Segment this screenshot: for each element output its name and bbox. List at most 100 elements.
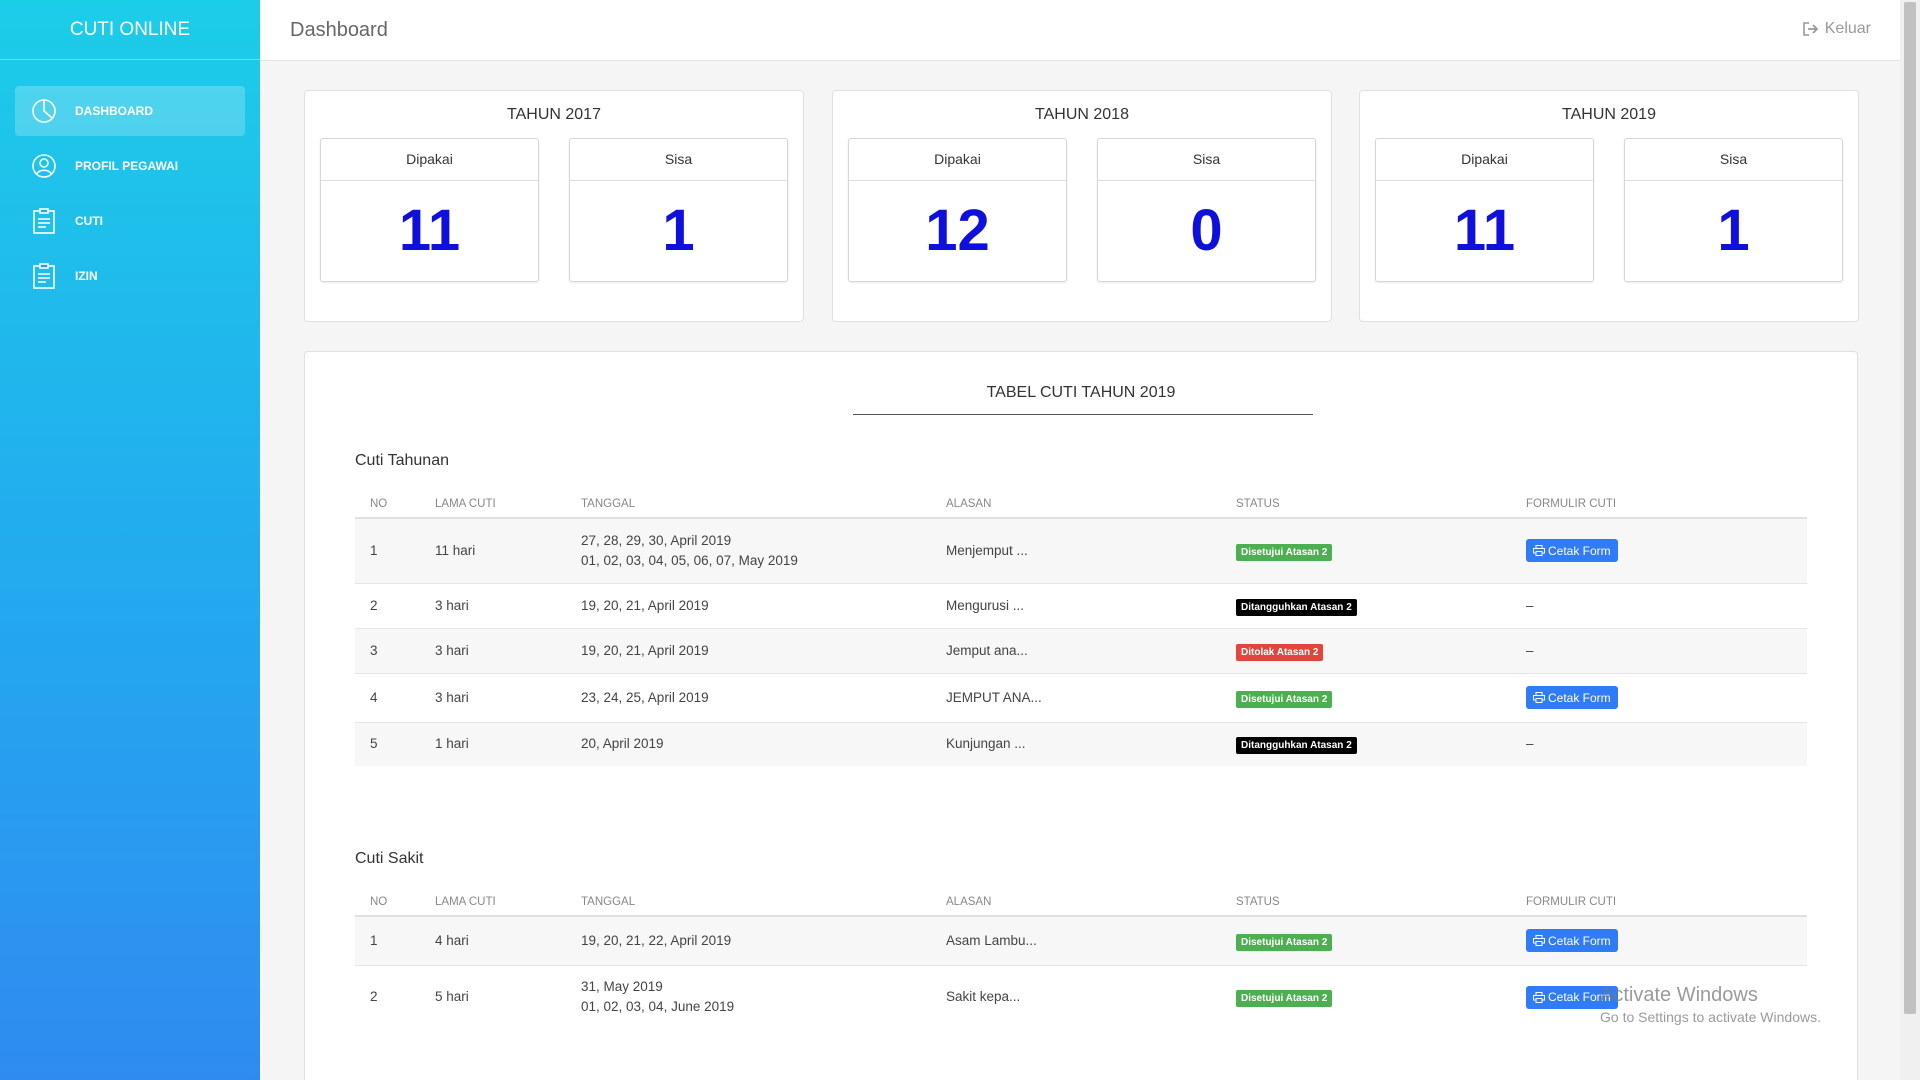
stat-box-remaining: Sisa 0 xyxy=(1097,138,1316,282)
top-navbar: Dashboard Keluar xyxy=(260,0,1900,61)
cell-lama: 4 hari xyxy=(420,915,566,965)
sidebar-item-profil-pegawai[interactable]: PROFIL PEGAWAI xyxy=(15,141,245,191)
cell-lama: 3 hari xyxy=(420,627,566,673)
cell-form: Cetak Form xyxy=(1511,915,1807,965)
activate-windows-watermark: Activate Windows Go to Settings to activ… xyxy=(1600,984,1821,1025)
cell-lama: 11 hari xyxy=(420,517,566,583)
stat-label: Dipakai xyxy=(321,139,538,181)
cell-form: – xyxy=(1511,582,1807,628)
status-badge: Ditolak Atasan 2 xyxy=(1236,643,1324,661)
table-row: 1 4 hari 19, 20, 21, 22, April 2019 Asam… xyxy=(355,915,1807,965)
cell-no: 1 xyxy=(355,517,420,583)
cell-lama: 5 hari xyxy=(420,964,566,1029)
cetak-form-button[interactable]: Cetak Form xyxy=(1526,686,1618,709)
stat-box-used: Dipakai 11 xyxy=(1375,138,1594,282)
cell-alasan: Asam Lambu... xyxy=(931,915,1221,965)
status-badge: Disetujui Atasan 2 xyxy=(1236,690,1333,708)
dashboard-icon xyxy=(31,98,57,124)
cetak-form-button[interactable]: Cetak Form xyxy=(1526,929,1618,953)
print-icon xyxy=(1533,935,1545,947)
stat-value: 0 xyxy=(1190,198,1223,263)
table-card-title: TABEL CUTI TAHUN 2019 xyxy=(986,384,1176,401)
cell-form: – xyxy=(1511,627,1807,673)
year-title: TAHUN 2019 xyxy=(1562,106,1656,123)
user-icon xyxy=(31,153,57,179)
section-title-cuti-tahunan: Cuti Tahunan xyxy=(355,452,449,469)
stat-label: Dipakai xyxy=(1376,139,1593,181)
logout-label: Keluar xyxy=(1824,20,1871,37)
cell-status: Disetujui Atasan 2 xyxy=(1221,964,1511,1029)
column-header: ALASAN xyxy=(931,490,1221,519)
column-header: TANGGAL xyxy=(566,888,931,917)
page-title: Dashboard xyxy=(290,19,388,41)
stat-box-used: Dipakai 12 xyxy=(848,138,1067,282)
clipboard-icon xyxy=(31,208,57,234)
cell-status: Disetujui Atasan 2 xyxy=(1221,672,1511,722)
year-card-2017: TAHUN 2017 Dipakai 11 Sisa 1 xyxy=(304,90,804,322)
cell-tanggal: 23, 24, 25, April 2019 xyxy=(566,672,931,722)
sidebar-item-cuti[interactable]: CUTI xyxy=(15,196,245,246)
stat-box-used: Dipakai 11 xyxy=(320,138,539,282)
sidebar-item-izin[interactable]: IZIN xyxy=(15,251,245,301)
cell-form: Cetak Form xyxy=(1511,517,1807,583)
main-content: TAHUN 2017 Dipakai 11 Sisa 1 TAHUN 2018 … xyxy=(260,61,1900,1080)
cell-form: Cetak Form xyxy=(1511,672,1807,722)
cell-lama: 3 hari xyxy=(420,672,566,722)
column-header: NO xyxy=(355,490,420,519)
year-title: TAHUN 2017 xyxy=(507,106,601,123)
cell-tanggal: 19, 20, 21, April 2019 xyxy=(566,627,931,673)
sidebar-item-dashboard[interactable]: DASHBOARD xyxy=(15,86,245,136)
cell-alasan: Jemput ana... xyxy=(931,627,1221,673)
column-header: TANGGAL xyxy=(566,490,931,519)
column-header: LAMA CUTI xyxy=(420,490,566,519)
button-label: Cetak Form xyxy=(1548,933,1611,948)
table-row: 3 3 hari 19, 20, 21, April 2019 Jemput a… xyxy=(355,627,1807,673)
sidebar: CUTI ONLINE DASHBOARD PROFIL PEGAWAI CUT… xyxy=(0,0,260,1080)
section-title-cuti-sakit: Cuti Sakit xyxy=(355,850,424,867)
button-label: Cetak Form xyxy=(1548,690,1611,705)
brand-title[interactable]: CUTI ONLINE xyxy=(0,0,260,60)
table-header-row: NO LAMA CUTI TANGGAL ALASAN STATUS FORMU… xyxy=(355,888,1807,917)
sidebar-nav: DASHBOARD PROFIL PEGAWAI CUTI IZIN xyxy=(0,60,260,301)
table-header-row: NO LAMA CUTI TANGGAL ALASAN STATUS FORMU… xyxy=(355,490,1807,519)
cetak-form-button[interactable]: Cetak Form xyxy=(1526,539,1618,563)
status-badge: Disetujui Atasan 2 xyxy=(1236,990,1333,1008)
clipboard-icon xyxy=(31,263,57,289)
print-icon xyxy=(1533,692,1545,703)
status-badge: Ditangguhkan Atasan 2 xyxy=(1236,737,1357,755)
cell-tanggal: 19, 20, 21, April 2019 xyxy=(566,582,931,628)
column-header: FORMULIR CUTI xyxy=(1511,490,1807,519)
logout-link[interactable]: Keluar xyxy=(1802,20,1871,38)
cell-status: Ditangguhkan Atasan 2 xyxy=(1221,721,1511,766)
cell-status: Ditolak Atasan 2 xyxy=(1221,627,1511,673)
sidebar-item-label: DASHBOARD xyxy=(75,104,153,118)
year-card-2018: TAHUN 2018 Dipakai 12 Sisa 0 xyxy=(832,90,1332,322)
leave-table-card: TABEL CUTI TAHUN 2019 Cuti Tahunan NO LA… xyxy=(304,351,1858,1080)
table-row: 4 3 hari 23, 24, 25, April 2019 JEMPUT A… xyxy=(355,672,1807,722)
stat-box-remaining: Sisa 1 xyxy=(569,138,788,282)
vertical-scrollbar[interactable] xyxy=(1900,0,1920,1080)
table-row: 2 5 hari 31, May 2019 01, 02, 03, 04, Jun… xyxy=(355,964,1807,1029)
column-header: STATUS xyxy=(1221,888,1511,917)
cell-no: 1 xyxy=(355,915,420,965)
sidebar-item-label: CUTI xyxy=(75,214,103,228)
cell-tanggal: 31, May 2019 01, 02, 03, 04, June 2019 xyxy=(566,964,931,1029)
cell-no: 4 xyxy=(355,672,420,722)
status-badge: Disetujui Atasan 2 xyxy=(1236,543,1333,561)
year-card-2019: TAHUN 2019 Dipakai 11 Sisa 1 xyxy=(1359,90,1859,322)
scrollbar-thumb[interactable] xyxy=(1904,2,1916,1014)
cell-form: – xyxy=(1511,721,1807,766)
sign-out-icon xyxy=(1802,22,1819,36)
stat-label: Dipakai xyxy=(849,139,1066,181)
date-line: 01, 02, 03, 04, June 2019 xyxy=(581,999,735,1015)
cell-alasan: JEMPUT ANA... xyxy=(931,672,1221,722)
status-badge: Disetujui Atasan 2 xyxy=(1236,933,1333,951)
print-icon xyxy=(1533,991,1545,1003)
cell-alasan: Mengurusi ... xyxy=(931,582,1221,628)
cuti-sakit-table: NO LAMA CUTI TANGGAL ALASAN STATUS FORMU… xyxy=(355,888,1807,1029)
table-row: 1 11 hari 27, 28, 29, 30, April 2019 01, … xyxy=(355,517,1807,583)
stat-value: 11 xyxy=(1453,198,1516,263)
cuti-tahunan-table: NO LAMA CUTI TANGGAL ALASAN STATUS FORMU… xyxy=(355,490,1807,766)
date-line: 01, 02, 03, 04, 05, 06, 07, May 2019 xyxy=(581,552,798,568)
stat-value: 11 xyxy=(398,198,461,263)
